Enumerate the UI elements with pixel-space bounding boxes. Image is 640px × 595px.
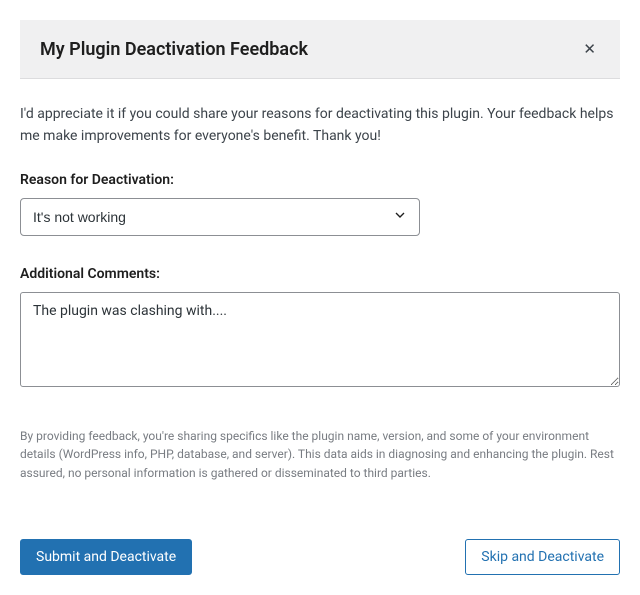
comments-textarea[interactable] [20,292,620,387]
modal-title: My Plugin Deactivation Feedback [40,39,308,60]
modal-footer: Submit and Deactivate Skip and Deactivat… [0,539,640,595]
reason-select-wrapper: It's not working [20,198,420,236]
modal-header: My Plugin Deactivation Feedback ✕ [20,20,620,79]
reason-select[interactable]: It's not working [20,198,420,236]
disclaimer-text: By providing feedback, you're sharing sp… [20,427,620,483]
comments-label: Additional Comments: [20,266,620,282]
modal-content: I'd appreciate it if you could share you… [0,79,640,539]
close-icon[interactable]: ✕ [579,38,600,60]
submit-button[interactable]: Submit and Deactivate [20,539,192,575]
deactivation-modal: My Plugin Deactivation Feedback ✕ I'd ap… [0,20,640,595]
skip-button[interactable]: Skip and Deactivate [465,539,620,575]
intro-text: I'd appreciate it if you could share you… [20,103,620,148]
reason-label: Reason for Deactivation: [20,172,620,188]
